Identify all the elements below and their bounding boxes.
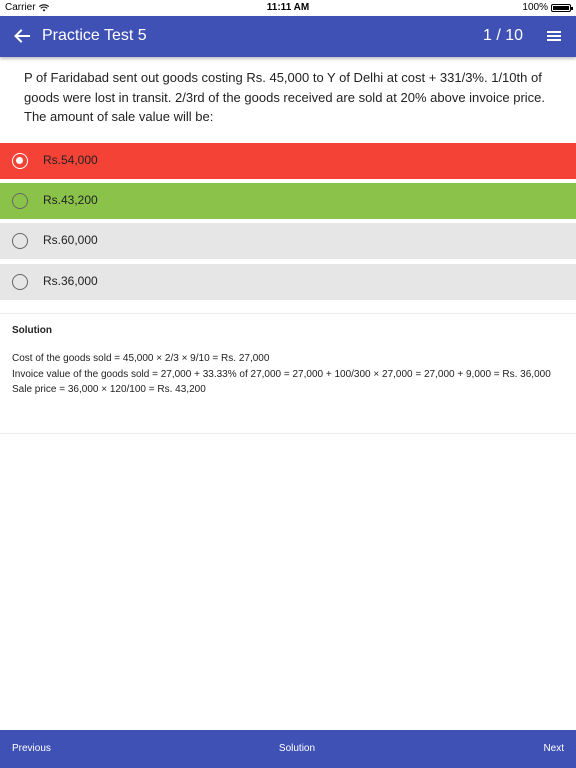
answer-option[interactable]: Rs.60,000: [0, 223, 576, 259]
hamburger-menu-icon[interactable]: [546, 28, 562, 44]
bottom-nav-bar: Previous Solution Next: [0, 730, 576, 768]
battery-indicator: 100%: [522, 2, 573, 13]
battery-percent: 100%: [522, 2, 548, 13]
answer-option[interactable]: Rs.54,000: [0, 143, 576, 179]
answer-option-label: Rs.43,200: [43, 193, 98, 207]
radio-button-icon[interactable]: [12, 193, 28, 209]
answer-option-label: Rs.60,000: [43, 233, 98, 247]
radio-button-icon[interactable]: [12, 153, 28, 169]
solution-line: Cost of the goods sold = 45,000 × 2/3 × …: [12, 353, 270, 364]
next-button[interactable]: Next: [543, 743, 564, 754]
radio-button-icon[interactable]: [12, 274, 28, 290]
app-bar: Practice Test 5 1 / 10: [0, 16, 576, 57]
solution-title: Solution: [12, 325, 52, 336]
battery-icon: [551, 3, 573, 12]
battery-fill: [553, 5, 569, 10]
solution-body: Cost of the goods sold = 45,000 × 2/3 × …: [12, 351, 560, 398]
answer-option[interactable]: Rs.36,000: [0, 264, 576, 300]
answer-option[interactable]: Rs.43,200: [0, 183, 576, 219]
status-time: 11:11 AM: [266, 2, 310, 13]
answer-option-label: Rs.36,000: [43, 274, 98, 288]
solution-button[interactable]: Solution: [0, 743, 576, 754]
page-title: Practice Test 5: [42, 27, 147, 44]
radio-button-icon[interactable]: [12, 233, 28, 249]
solution-line: Invoice value of the goods sold = 27,000…: [12, 368, 551, 380]
status-bar: Carrier 11:11 AM 100%: [0, 0, 576, 16]
answer-option-label: Rs.54,000: [43, 153, 98, 167]
question-text: P of Faridabad sent out goods costing Rs…: [24, 70, 546, 124]
solution-line: Sale price = 36,000 × 120/100 = Rs. 43,2…: [12, 384, 206, 395]
divider: [0, 433, 576, 434]
arrow-left-icon[interactable]: [12, 26, 32, 46]
question-counter: 1 / 10: [483, 27, 524, 44]
divider: [0, 313, 576, 314]
